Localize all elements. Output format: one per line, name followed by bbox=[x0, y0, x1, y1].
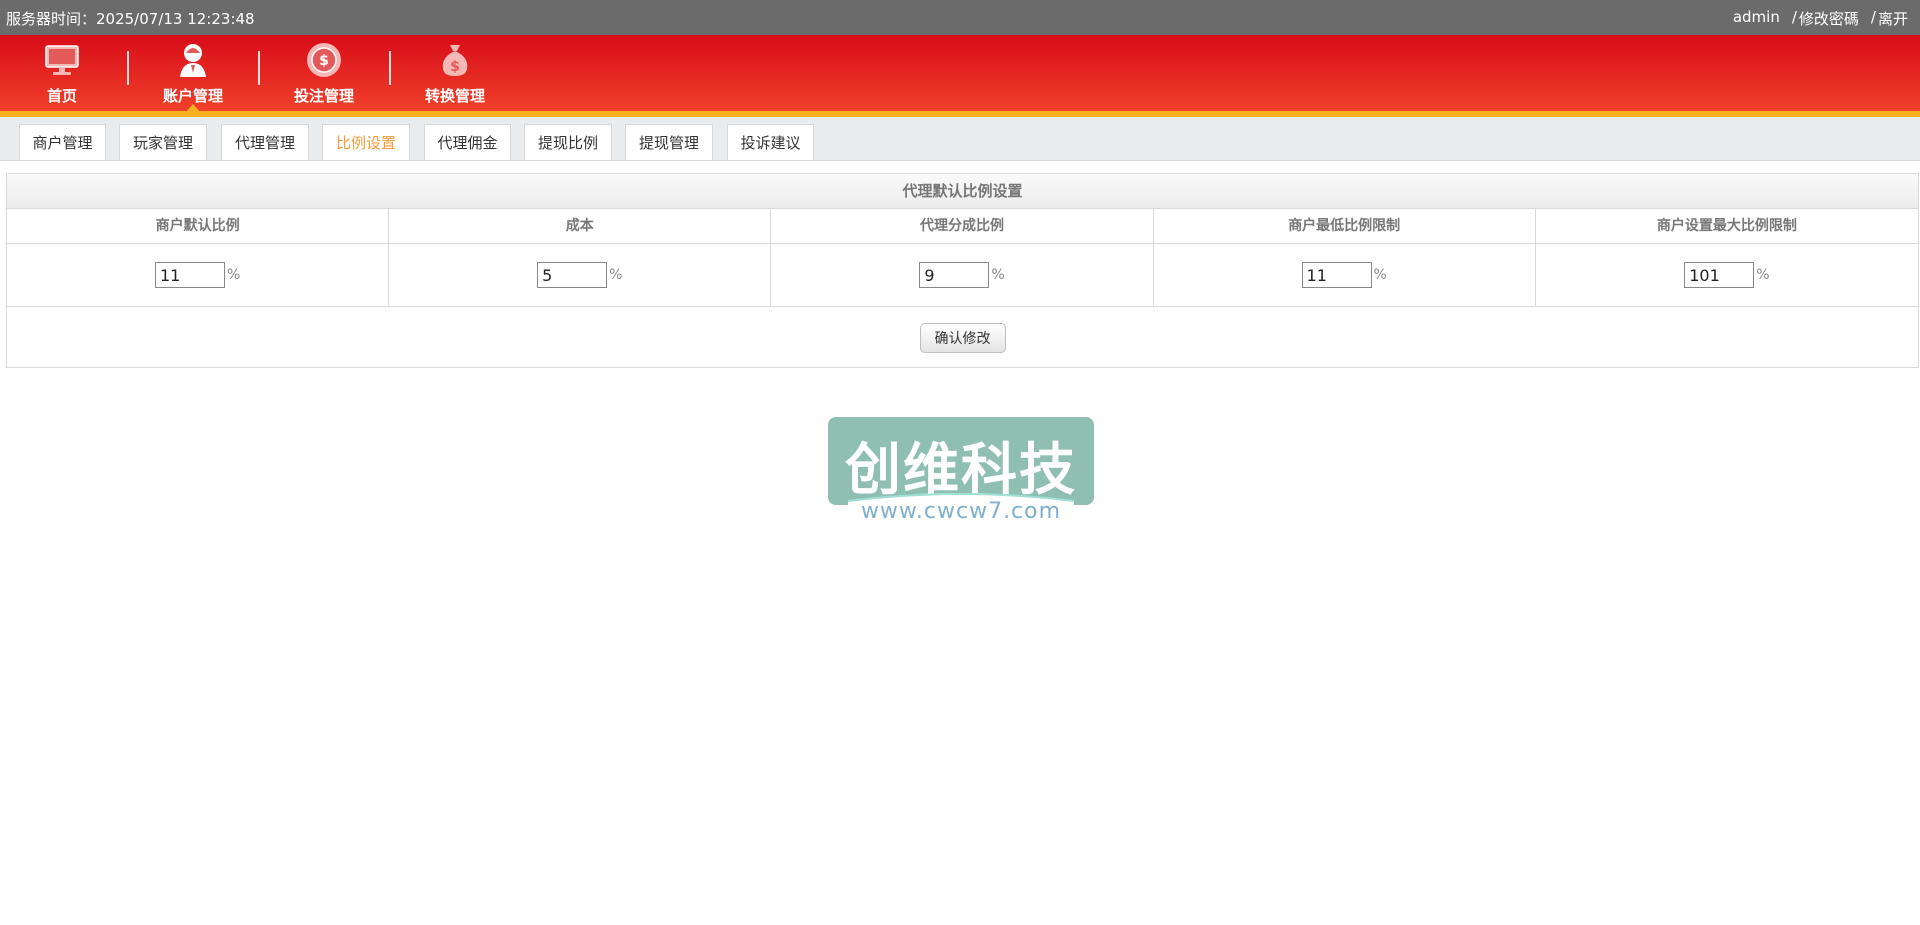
nav-divider bbox=[127, 51, 129, 85]
watermark-url: www.cwcw7.com bbox=[860, 499, 1062, 524]
separator: / bbox=[1870, 8, 1876, 26]
column-header: 商户默认比例 bbox=[7, 209, 390, 244]
svg-text:$: $ bbox=[450, 59, 460, 75]
nav-item-home[interactable]: 首页 bbox=[12, 35, 112, 111]
nav-item-transfer[interactable]: $ 转换管理 bbox=[405, 35, 505, 111]
percent-unit: % bbox=[609, 267, 623, 283]
percent-unit: % bbox=[991, 267, 1005, 283]
tab-ratio-settings[interactable]: 比例设置 bbox=[322, 124, 410, 160]
main-nav: 首页 账户管理 $ 投注管理 $ 转换管理 bbox=[0, 35, 1920, 117]
tab-merchant[interactable]: 商户管理 bbox=[19, 124, 106, 160]
confirm-row: 确认修改 bbox=[7, 307, 1918, 369]
nav-label: 转换管理 bbox=[424, 87, 485, 105]
nav-label: 账户管理 bbox=[162, 87, 223, 105]
nav-item-betting[interactable]: $ 投注管理 bbox=[274, 35, 374, 111]
username: admin bbox=[1732, 8, 1780, 26]
cost-input[interactable] bbox=[537, 262, 608, 288]
tab-player[interactable]: 玩家管理 bbox=[119, 124, 207, 160]
tab-withdraw[interactable]: 提现管理 bbox=[625, 124, 713, 160]
merchant-default-ratio-input[interactable] bbox=[154, 262, 225, 288]
column-header: 商户最低比例限制 bbox=[1153, 209, 1536, 244]
ratio-cell: % bbox=[1153, 244, 1536, 307]
percent-unit: % bbox=[1373, 267, 1387, 283]
chip-icon: $ bbox=[307, 43, 341, 77]
active-indicator bbox=[186, 104, 200, 112]
tab-complaints[interactable]: 投诉建议 bbox=[727, 124, 814, 160]
merchant-min-ratio-input[interactable] bbox=[1301, 262, 1372, 288]
money-bag-icon: $ bbox=[442, 45, 468, 76]
ratio-settings-panel: 代理默认比例设置 商户默认比例 成本 代理分成比例 商户最低比例限制 商户设置最… bbox=[6, 173, 1919, 368]
change-password-link[interactable]: 修改密碼 bbox=[1799, 8, 1859, 29]
user-links: admin / 修改密碼 / 离开 bbox=[1723, 8, 1908, 29]
column-header: 商户设置最大比例限制 bbox=[1535, 209, 1918, 244]
tab-withdraw-ratio[interactable]: 提现比例 bbox=[524, 124, 612, 160]
ratio-cell: % bbox=[7, 244, 390, 307]
nav-divider bbox=[389, 51, 391, 85]
logout-link[interactable]: 离开 bbox=[1878, 8, 1908, 29]
ratio-grid: 商户默认比例 成本 代理分成比例 商户最低比例限制 商户设置最大比例限制 % %… bbox=[7, 209, 1918, 307]
svg-text:$: $ bbox=[319, 53, 329, 69]
ratio-cell: % bbox=[771, 244, 1154, 307]
column-header: 成本 bbox=[389, 209, 772, 244]
percent-unit: % bbox=[1756, 267, 1770, 283]
sub-tab-bar: 商户管理 玩家管理 代理管理 比例设置 代理佣金 提现比例 提现管理 投诉建议 bbox=[0, 117, 1920, 161]
ratio-cell: % bbox=[389, 244, 772, 307]
nav-item-account[interactable]: 账户管理 bbox=[143, 35, 243, 112]
agent-share-ratio-input[interactable] bbox=[919, 262, 990, 288]
ratio-cell: % bbox=[1535, 244, 1918, 307]
panel-title: 代理默认比例设置 bbox=[7, 174, 1918, 209]
confirm-button[interactable]: 确认修改 bbox=[919, 323, 1006, 353]
percent-unit: % bbox=[226, 267, 241, 283]
nav-label: 投注管理 bbox=[293, 87, 354, 105]
tab-agent[interactable]: 代理管理 bbox=[221, 124, 309, 160]
nav-divider bbox=[258, 51, 260, 85]
monitor-icon bbox=[45, 45, 79, 75]
tab-agent-commission[interactable]: 代理佣金 bbox=[424, 124, 511, 160]
column-header: 代理分成比例 bbox=[771, 209, 1154, 244]
merchant-max-ratio-input[interactable] bbox=[1684, 262, 1755, 288]
user-icon bbox=[180, 44, 206, 77]
separator: / bbox=[1791, 8, 1797, 26]
watermark-logo: 创维科技 www.cwcw7.com bbox=[828, 417, 1094, 527]
nav-label: 首页 bbox=[46, 87, 77, 105]
top-status-bar: 服务器时间：2025/07/13 12:23:48 admin / 修改密碼 /… bbox=[0, 0, 1920, 35]
server-time: 服务器时间：2025/07/13 12:23:48 bbox=[6, 10, 255, 28]
